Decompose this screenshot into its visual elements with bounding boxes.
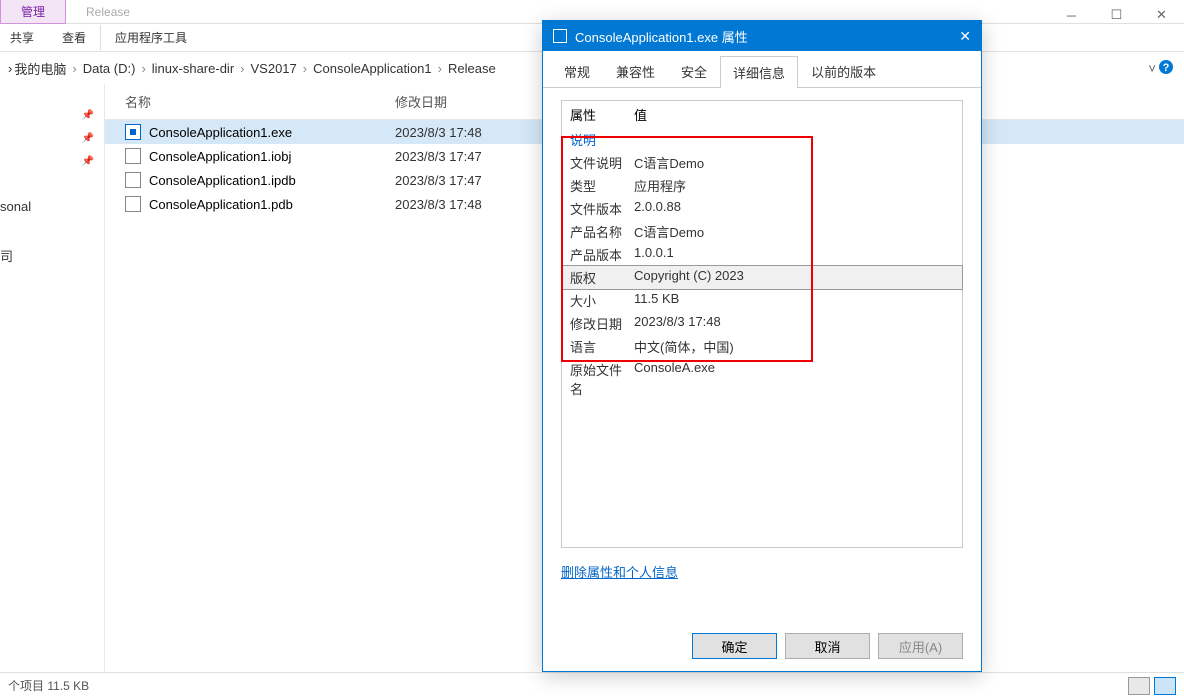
dialog-tab[interactable]: 以前的版本 <box>798 55 889 87</box>
close-icon[interactable]: ✕ <box>959 28 971 45</box>
property-row[interactable]: 文件说明C语言Demo <box>562 151 962 174</box>
property-value: 1.0.0.1 <box>634 245 954 264</box>
property-row[interactable]: 产品版本1.0.0.1 <box>562 243 962 266</box>
property-key: 类型 <box>570 176 634 195</box>
file-date: 2023/8/3 17:48 <box>395 125 545 140</box>
bc-item[interactable]: linux-share-dir <box>152 61 234 76</box>
column-header-date[interactable]: 修改日期 <box>395 92 545 111</box>
apply-button[interactable]: 应用(A) <box>878 633 963 659</box>
svg-text:?: ? <box>1163 62 1170 74</box>
delete-properties-link[interactable]: 删除属性和个人信息 <box>561 562 678 581</box>
file-icon <box>125 172 141 188</box>
bc-item[interactable]: VS2017 <box>251 61 297 76</box>
file-icon <box>125 196 141 212</box>
property-value: 应用程序 <box>634 176 954 195</box>
tab-manage[interactable]: 管理 <box>0 0 66 24</box>
status-bar: 个项目 11.5 KB <box>0 672 1184 698</box>
bc-sep: › <box>72 61 76 76</box>
breadcrumb[interactable]: › 我的电脑 › Data (D:) › linux-share-dir › V… <box>8 59 496 78</box>
tab-release[interactable]: Release <box>66 2 150 22</box>
property-key: 修改日期 <box>570 314 634 333</box>
file-name: ConsoleApplication1.iobj <box>149 149 291 164</box>
property-value: 中文(简体，中国) <box>634 337 954 356</box>
file-date: 2023/8/3 17:47 <box>395 149 545 164</box>
prop-header-key: 属性 <box>570 105 634 124</box>
exe-icon <box>125 124 141 140</box>
dialog-tab[interactable]: 常规 <box>551 55 603 87</box>
help-icon[interactable]: ? <box>1158 59 1174 78</box>
file-date: 2023/8/3 17:47 <box>395 173 545 188</box>
pin-icon: 📌 <box>82 110 94 121</box>
toolbar-share[interactable]: 共享 <box>10 25 48 50</box>
status-text: 个项目 11.5 KB <box>8 677 89 694</box>
bc-item[interactable]: Data (D:) <box>83 61 136 76</box>
prop-header-value: 值 <box>634 105 647 124</box>
view-large-icon[interactable] <box>1128 677 1150 695</box>
toolbar-app-tools[interactable]: 应用程序工具 <box>100 25 201 50</box>
property-row[interactable]: 修改日期2023/8/3 17:48 <box>562 312 962 335</box>
sidebar-pin[interactable]: 📌 <box>0 150 104 173</box>
property-row[interactable]: 语言中文(简体，中国) <box>562 335 962 358</box>
sidebar-pin[interactable]: 📌 <box>0 104 104 127</box>
property-value: Copyright (C) 2023 <box>634 268 954 287</box>
sidebar-pin[interactable]: 📌 <box>0 127 104 150</box>
property-value: 11.5 KB <box>634 291 954 310</box>
bc-sep: › <box>8 61 12 76</box>
property-key: 大小 <box>570 291 634 310</box>
ok-button[interactable]: 确定 <box>692 633 777 659</box>
properties-dialog: ConsoleApplication1.exe 属性 ✕ 常规兼容性安全详细信息… <box>542 20 982 672</box>
file-name: ConsoleApplication1.exe <box>149 125 292 140</box>
bc-sep: › <box>141 61 145 76</box>
property-key: 文件说明 <box>570 153 634 172</box>
cancel-button[interactable]: 取消 <box>785 633 870 659</box>
property-key: 产品名称 <box>570 222 634 241</box>
pin-icon: 📌 <box>82 133 94 144</box>
app-icon <box>553 29 567 43</box>
dialog-tab[interactable]: 详细信息 <box>720 56 798 88</box>
dialog-title-text: ConsoleApplication1.exe 属性 <box>575 27 748 46</box>
minimize-icon[interactable]: ─ <box>1049 0 1094 30</box>
bc-sep: › <box>438 61 442 76</box>
bc-item[interactable]: 我的电脑 <box>14 59 66 78</box>
file-date: 2023/8/3 17:48 <box>395 197 545 212</box>
property-value: 2.0.0.88 <box>634 199 954 218</box>
maximize-icon[interactable]: ☐ <box>1094 0 1139 30</box>
property-row[interactable]: 版权Copyright (C) 2023 <box>561 265 963 290</box>
property-row[interactable]: 原始文件名ConsoleA.exe <box>562 358 962 400</box>
file-icon <box>125 148 141 164</box>
property-key: 语言 <box>570 337 634 356</box>
property-value: C语言Demo <box>634 153 954 172</box>
prop-description-label: 说明 <box>562 128 962 151</box>
property-row[interactable]: 类型应用程序 <box>562 174 962 197</box>
property-row[interactable]: 产品名称C语言Demo <box>562 220 962 243</box>
toolbar-view[interactable]: 查看 <box>48 25 100 50</box>
view-details-icon[interactable] <box>1154 677 1176 695</box>
bc-sep: › <box>240 61 244 76</box>
property-value: C语言Demo <box>634 222 954 241</box>
property-key: 产品版本 <box>570 245 634 264</box>
property-row[interactable]: 文件版本2.0.0.88 <box>562 197 962 220</box>
bc-item[interactable]: Release <box>448 61 496 76</box>
file-name: ConsoleApplication1.ipdb <box>149 173 296 188</box>
file-name: ConsoleApplication1.pdb <box>149 197 293 212</box>
chevron-down-icon[interactable]: ˅ <box>1148 61 1156 76</box>
sidebar-item[interactable]: 司 <box>0 240 104 271</box>
property-key: 原始文件名 <box>570 360 634 398</box>
close-icon[interactable]: ✕ <box>1139 0 1184 30</box>
property-key: 版权 <box>570 268 634 287</box>
sidebar: 📌 📌 📌 sonal 司 <box>0 84 105 672</box>
property-value: 2023/8/3 17:48 <box>634 314 954 333</box>
dialog-tab[interactable]: 兼容性 <box>603 55 668 87</box>
sidebar-item[interactable]: sonal <box>0 193 104 220</box>
bc-sep: › <box>303 61 307 76</box>
bc-item[interactable]: ConsoleApplication1 <box>313 61 432 76</box>
dialog-tab[interactable]: 安全 <box>668 55 720 87</box>
pin-icon: 📌 <box>82 156 94 167</box>
column-header-name[interactable]: 名称 <box>105 92 395 111</box>
property-key: 文件版本 <box>570 199 634 218</box>
property-row[interactable]: 大小11.5 KB <box>562 289 962 312</box>
property-value: ConsoleA.exe <box>634 360 954 398</box>
